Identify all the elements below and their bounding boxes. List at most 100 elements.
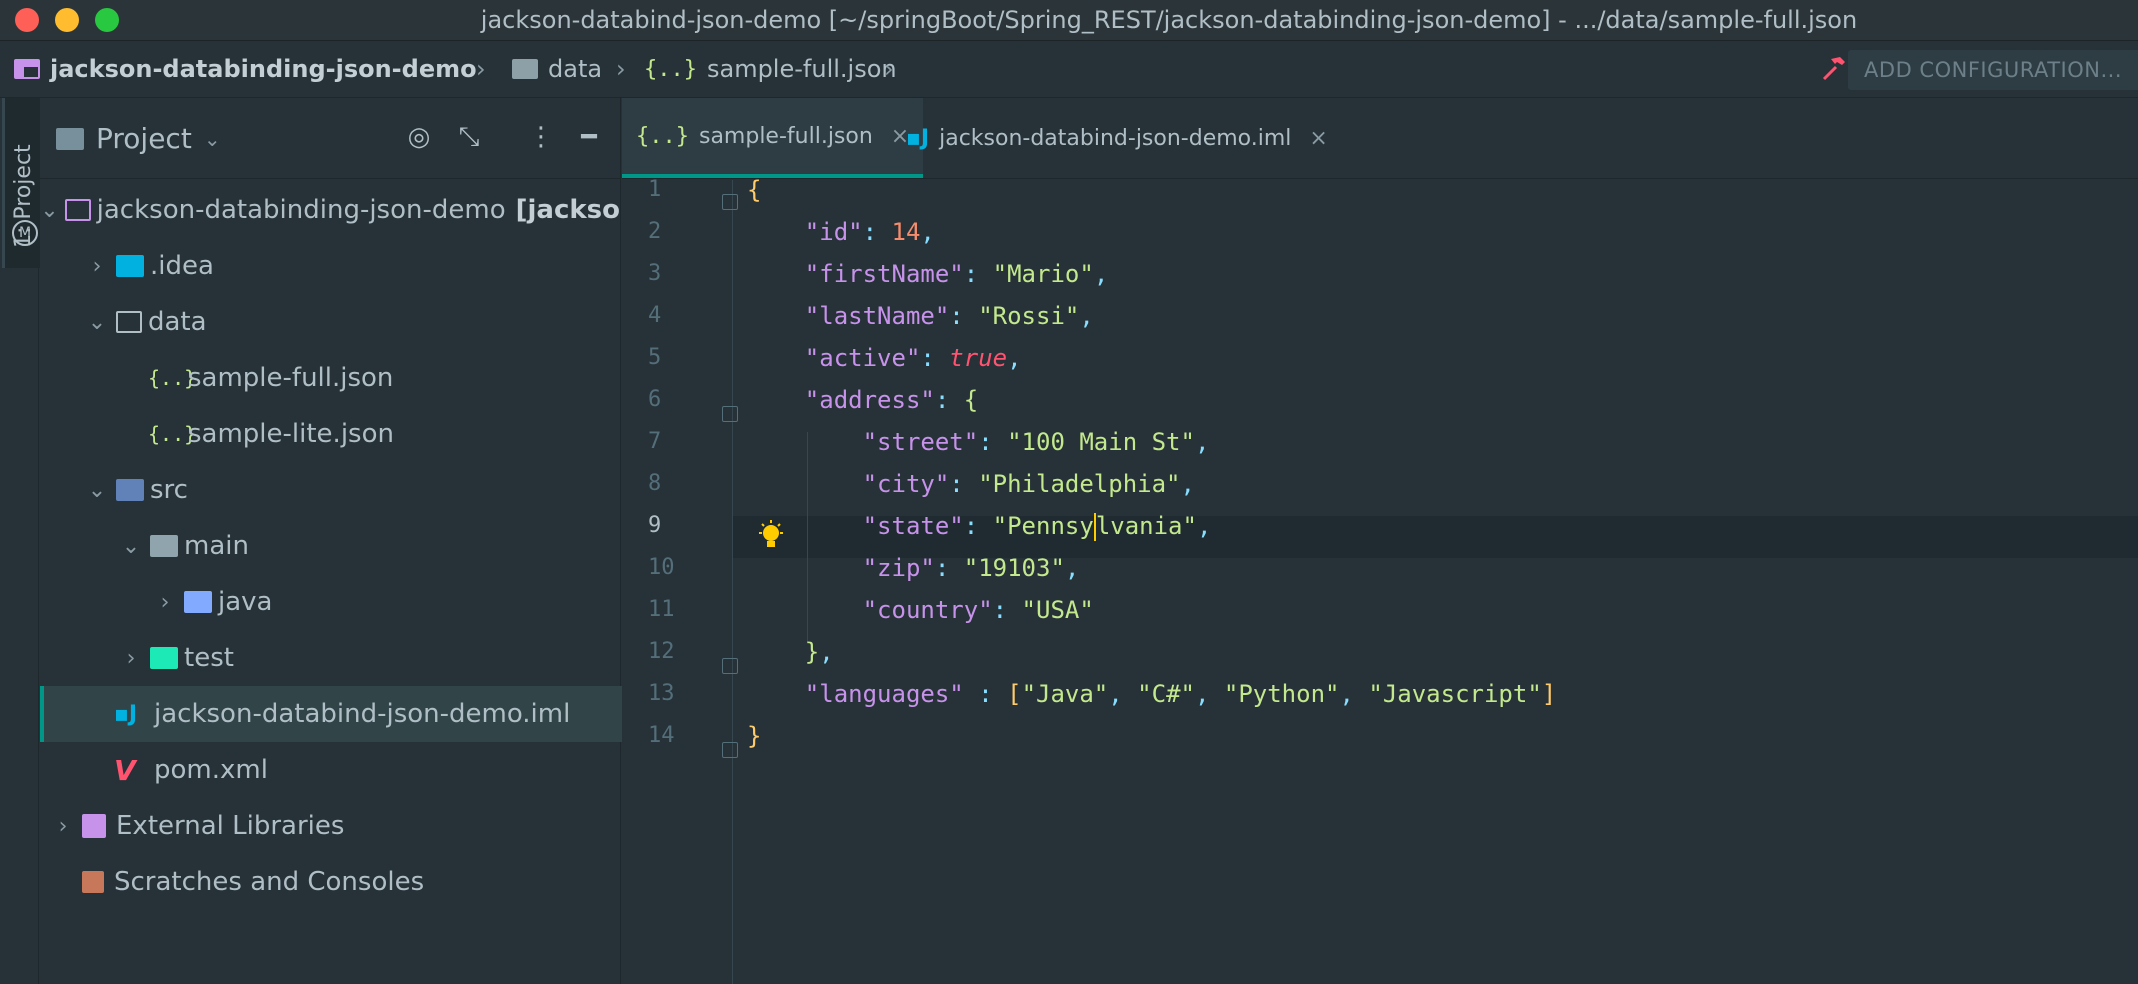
code-token: : [963, 260, 993, 288]
collapse-all-icon[interactable]: ⤡ [454, 122, 484, 152]
breadcrumb-folder-label: data [548, 55, 603, 83]
code-token: } [804, 638, 820, 666]
project-panel-header: Project ⌄ ◎ ⤡ ⋮ ━ [40, 98, 620, 179]
line-number: 2 [648, 219, 662, 244]
locate-target-icon[interactable]: ◎ [404, 122, 434, 152]
test-folder-icon [150, 647, 178, 669]
code-token: , [1007, 344, 1022, 372]
tree-item-pom[interactable]: V pom.xml [40, 742, 620, 798]
tree-item-test[interactable]: › test [40, 630, 620, 686]
line-number: 4 [648, 303, 662, 328]
code-token: "Python" [1223, 680, 1340, 708]
tree-item-idea[interactable]: › .idea [40, 238, 620, 294]
json-file-icon: {..} [644, 56, 697, 82]
build-hammer-icon[interactable] [1818, 53, 1848, 83]
editor-tabs: {..} sample-full.json × ▪J jackson-datab… [622, 98, 2138, 179]
code-token: 14 [891, 218, 921, 246]
code-token: : [978, 428, 1008, 456]
line-number: 3 [648, 261, 662, 286]
code-token: : [949, 302, 979, 330]
tree-item-project-root[interactable]: ⌄ jackson-databinding-json-demo [jackso [40, 182, 620, 238]
more-options-icon[interactable]: ⋮ [526, 122, 556, 152]
hide-panel-icon[interactable]: ━ [574, 122, 604, 152]
project-folder-icon [64, 199, 91, 221]
tree-item-sample-full-json[interactable]: {..} sample-full.json [40, 350, 620, 406]
code-token: , [1196, 512, 1212, 540]
project-panel-title: Project [96, 122, 192, 155]
tab-iml[interactable]: ▪J jackson-databind-json-demo.iml × [892, 98, 1342, 178]
code-token: "100 Main St" [1007, 428, 1195, 456]
code-line: "city": "Philadelphia", [733, 463, 2138, 505]
code-line: "address": { [733, 379, 2138, 421]
add-configuration-button[interactable]: ADD CONFIGURATION... [1848, 50, 2138, 90]
breadcrumb-project[interactable]: jackson-databinding-json-demo [14, 55, 477, 83]
code-token: true [949, 344, 1008, 372]
library-icon [82, 814, 106, 838]
code-line: "street": "100 Main St", [733, 421, 2138, 463]
code-token: lvania" [1095, 512, 1197, 540]
project-tool-tab[interactable]: 1: Project M [2, 98, 41, 268]
code-token: "USA" [1021, 596, 1094, 624]
code-token: "id" [804, 218, 863, 246]
project-view-selector[interactable]: Project ⌄ [56, 122, 221, 155]
tree-item-scratches[interactable]: Scratches and Consoles [40, 854, 620, 910]
iml-file-icon: ▪J [114, 701, 138, 727]
code-token: "firstName" [804, 260, 964, 288]
line-number: 8 [648, 471, 662, 496]
code-token: , [1079, 302, 1094, 330]
code-editor[interactable]: { "id": 14, "firstName": "Mario", "lastN… [733, 176, 2138, 984]
chevron-down-icon: ⌄ [203, 126, 221, 151]
chevron-down-icon: ⌄ [40, 197, 59, 223]
tree-item-iml[interactable]: ▪J jackson-databind-json-demo.iml [40, 686, 624, 742]
tree-item-label: .idea [150, 251, 214, 281]
code-token: ] [1541, 680, 1557, 708]
code-token: : [934, 386, 964, 414]
breadcrumb-file-label: sample-full.json [706, 55, 897, 83]
json-file-icon: {..} [636, 123, 689, 149]
code-token: , [1194, 428, 1210, 456]
folder-icon [512, 59, 538, 79]
chevron-right-icon: › [126, 645, 136, 671]
tree-item-label: src [150, 475, 188, 505]
tab-sample-full-json[interactable]: {..} sample-full.json × [622, 98, 924, 178]
navigation-bar: jackson-databinding-json-demo › data › {… [0, 41, 2138, 98]
close-icon[interactable]: × [1309, 126, 1327, 151]
code-token: "Philadelphia" [978, 470, 1181, 498]
project-panel: Project ⌄ ◎ ⤡ ⋮ ━ ⌄ jackson-databinding-… [40, 98, 624, 984]
code-token: "street" [862, 428, 979, 456]
java-folder-icon [184, 591, 212, 613]
tree-item-sample-lite-json[interactable]: {..} sample-lite.json [40, 406, 620, 462]
code-line: "state": "Pennsylvania", [733, 505, 2138, 547]
code-token: "languages" [804, 680, 964, 708]
code-token: "zip" [862, 554, 935, 582]
tree-item-src[interactable]: ⌄ src [40, 462, 620, 518]
line-number: 5 [648, 345, 662, 370]
line-number: 11 [648, 597, 675, 622]
breadcrumb-file[interactable]: {..} sample-full.json [644, 55, 897, 83]
code-token: : [963, 512, 993, 540]
chevron-right-icon: › [58, 813, 68, 839]
breadcrumb-folder[interactable]: data [512, 55, 602, 83]
code-line: "active": true, [733, 337, 2138, 379]
code-line: "languages" : ["Java", "C#", "Python", "… [733, 673, 2138, 715]
tree-item-external-libraries[interactable]: › External Libraries [40, 798, 620, 854]
tree-item-main[interactable]: ⌄ main [40, 518, 620, 574]
code-token: { [747, 176, 762, 204]
json-file-icon: {..} [148, 422, 197, 446]
tree-item-java[interactable]: › java [40, 574, 620, 630]
code-token: "city" [862, 470, 950, 498]
tree-item-suffix: [jackso [515, 195, 620, 225]
tree-item-data[interactable]: ⌄ data [40, 294, 620, 350]
tool-window-stripe: 1: Project M [0, 98, 41, 984]
code-token: : [992, 596, 1022, 624]
code-token: "Mario" [992, 260, 1094, 288]
maven-icon: V [114, 753, 136, 787]
